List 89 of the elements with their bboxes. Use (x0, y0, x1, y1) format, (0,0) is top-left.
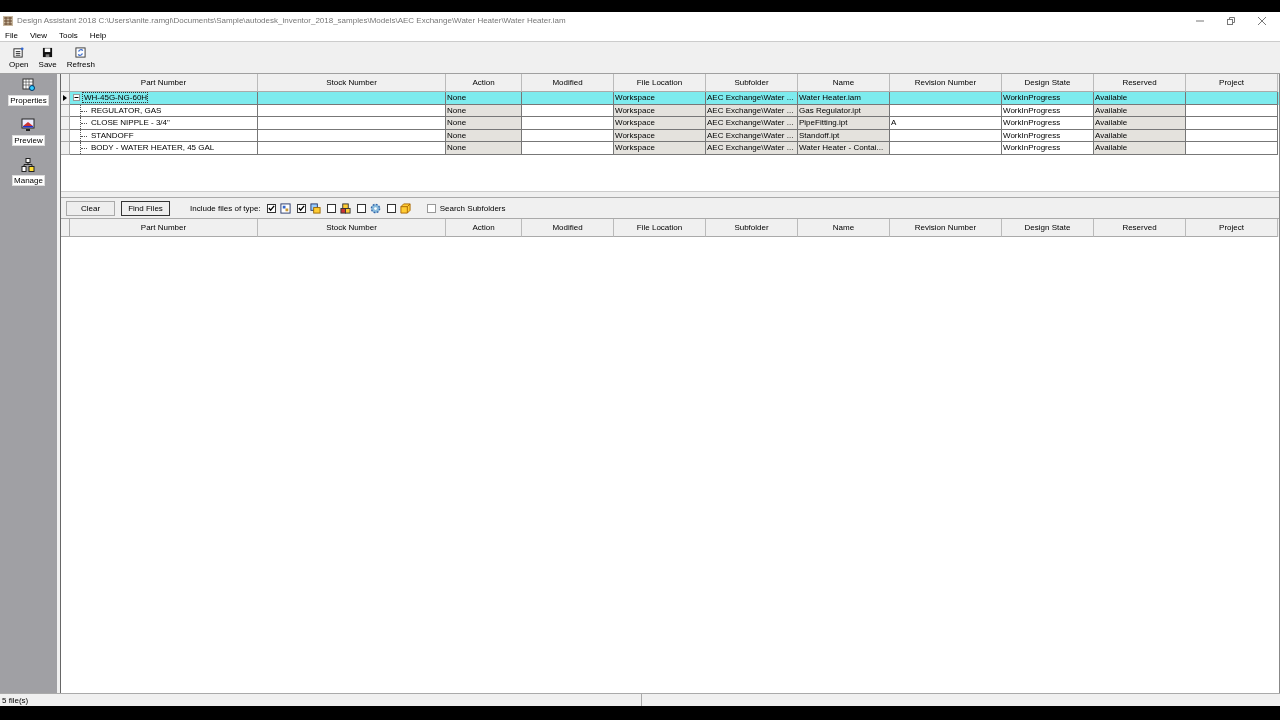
restore-icon[interactable] (1226, 15, 1236, 26)
table-cell: Water Heater.iam (798, 93, 861, 103)
checkbox[interactable] (296, 203, 306, 213)
table-cell: AEC Exchange\Water ... (706, 105, 794, 115)
table-cell: None (446, 93, 467, 103)
table-cell: WorkInProgress (1002, 105, 1061, 115)
hierarchy-icon (21, 158, 36, 172)
table-cell: AEC Exchange\Water ... (706, 93, 794, 103)
menu-item[interactable]: View (26, 30, 51, 40)
sidebar-item[interactable]: Preview (12, 118, 45, 146)
table-cell: Available (1094, 105, 1128, 115)
column-header[interactable]: Project (1186, 219, 1278, 237)
table-row[interactable]: WH-45G-NG-60H None Workspace AEC Exchange\Water ... Water Heater.iam WorkInProgress Available (61, 92, 1279, 105)
drawing-file-icon (279, 202, 291, 214)
checkbox-label: Search Subfolders (439, 203, 506, 213)
column-header[interactable]: Stock Number (258, 219, 446, 237)
column-header[interactable]: Subfolder (706, 219, 798, 237)
table-row[interactable]: CLOSE NIPPLE - 3/4" None Workspace AEC Exchange\Water ... PipeFitting.ipt A WorkInProgress Available (61, 117, 1279, 130)
gear-icon (369, 202, 381, 214)
column-header[interactable]: Design State (1002, 219, 1094, 237)
column-header[interactable]: File Location (614, 219, 706, 237)
table-cell: WorkInProgress (1002, 93, 1061, 103)
menu-item[interactable]: Tools (56, 30, 81, 40)
table-cell: Available (1094, 130, 1128, 140)
checkbox[interactable] (426, 203, 436, 213)
table-cell: Available (1094, 118, 1128, 128)
column-header[interactable]: Part Number (70, 219, 258, 237)
table-cell: REGULATOR, GAS (90, 105, 162, 115)
table-cell: None (446, 118, 467, 128)
table-cell: Workspace (614, 143, 655, 153)
app-icon (3, 15, 13, 26)
table-cell: Available (1094, 93, 1128, 103)
table-cell: STANDOFF (90, 130, 134, 140)
table-cell: Workspace (614, 93, 655, 103)
checkbox[interactable] (326, 203, 336, 213)
close-icon[interactable] (1257, 15, 1267, 26)
column-header[interactable]: Action (446, 219, 522, 237)
table-cell: Water Heater - Contai... (798, 143, 884, 153)
table-cell: None (446, 143, 467, 153)
table-cell: AEC Exchange\Water ... (706, 118, 794, 128)
find-files-button[interactable]: Find Files (121, 200, 170, 216)
table-cell: BODY - WATER HEATER, 45 GAL (90, 143, 215, 153)
row-pointer-icon (63, 94, 67, 101)
monitor-icon (21, 118, 36, 132)
column-header[interactable]: Revision Number (890, 219, 1002, 237)
table-search-icon (21, 78, 36, 92)
table-cell: Available (1094, 143, 1128, 153)
toolbar-button[interactable]: Save (35, 46, 60, 69)
blocks-icon (339, 202, 351, 214)
collapse-toggle[interactable] (73, 94, 80, 102)
toolbar-button[interactable]: Refresh (63, 46, 98, 69)
window-title: Design Assistant 2018 C:\Users\anite.ramgi\Documents\Sample\autodesk_inventor_2018_samples\Models\AEC Exchange\Water Heater\Water Heater.iam (17, 16, 566, 25)
table-row[interactable]: BODY - WATER HEATER, 45 GAL None Workspace AEC Exchange\Water ... Water Heater - Contai... WorkInProgress Available (61, 142, 1279, 155)
table-row[interactable]: STANDOFF None Workspace AEC Exchange\Water ... Standoff.ipt WorkInProgress Available (61, 129, 1279, 142)
table-cell: WorkInProgress (1002, 118, 1061, 128)
table-cell: PipeFitting.ipt (798, 118, 848, 128)
table-cell: WH-45G-NG-60H (83, 93, 148, 103)
sidebar-item[interactable]: Properties (8, 78, 49, 106)
toolbar-button[interactable]: Open (6, 46, 32, 69)
table-cell: Workspace (614, 118, 655, 128)
table-cell: Workspace (614, 105, 655, 115)
sidebar-item[interactable]: Manage (12, 158, 45, 186)
table-row[interactable]: REGULATOR, GAS None Workspace AEC Exchange\Water ... Gas Regulator.ipt WorkInProgress Available (61, 104, 1279, 117)
column-header[interactable]: Modified (522, 219, 614, 237)
table-cell: Workspace (614, 130, 655, 140)
status-text: 5 file(s) (0, 694, 642, 706)
table-cell: A (890, 118, 897, 128)
table-cell: None (446, 130, 467, 140)
table-cell: Standoff.ipt (798, 130, 840, 140)
table-cell: None (446, 105, 467, 115)
table-cell: AEC Exchange\Water ... (706, 143, 794, 153)
document-icon (13, 46, 25, 58)
menu-item[interactable]: Help (86, 30, 110, 40)
clear-button[interactable]: Clear (66, 200, 115, 216)
filter-label: Include files of type: (190, 203, 261, 213)
table-cell: Gas Regulator.ipt (798, 105, 861, 115)
checkbox[interactable] (356, 203, 366, 213)
table-cell: CLOSE NIPPLE - 3/4" (90, 118, 170, 128)
checkbox[interactable] (386, 203, 396, 213)
table-cell: WorkInProgress (1002, 130, 1061, 140)
menu-item[interactable]: File (2, 30, 21, 40)
column-header[interactable]: Reserved (1094, 219, 1186, 237)
table-cell: WorkInProgress (1002, 143, 1061, 153)
assembly-file-icon (309, 202, 321, 214)
checkbox[interactable] (266, 203, 276, 213)
cube-icon (399, 202, 411, 214)
refresh-icon (75, 46, 87, 58)
column-header[interactable]: Name (798, 219, 890, 237)
table-cell: AEC Exchange\Water ... (706, 130, 794, 140)
